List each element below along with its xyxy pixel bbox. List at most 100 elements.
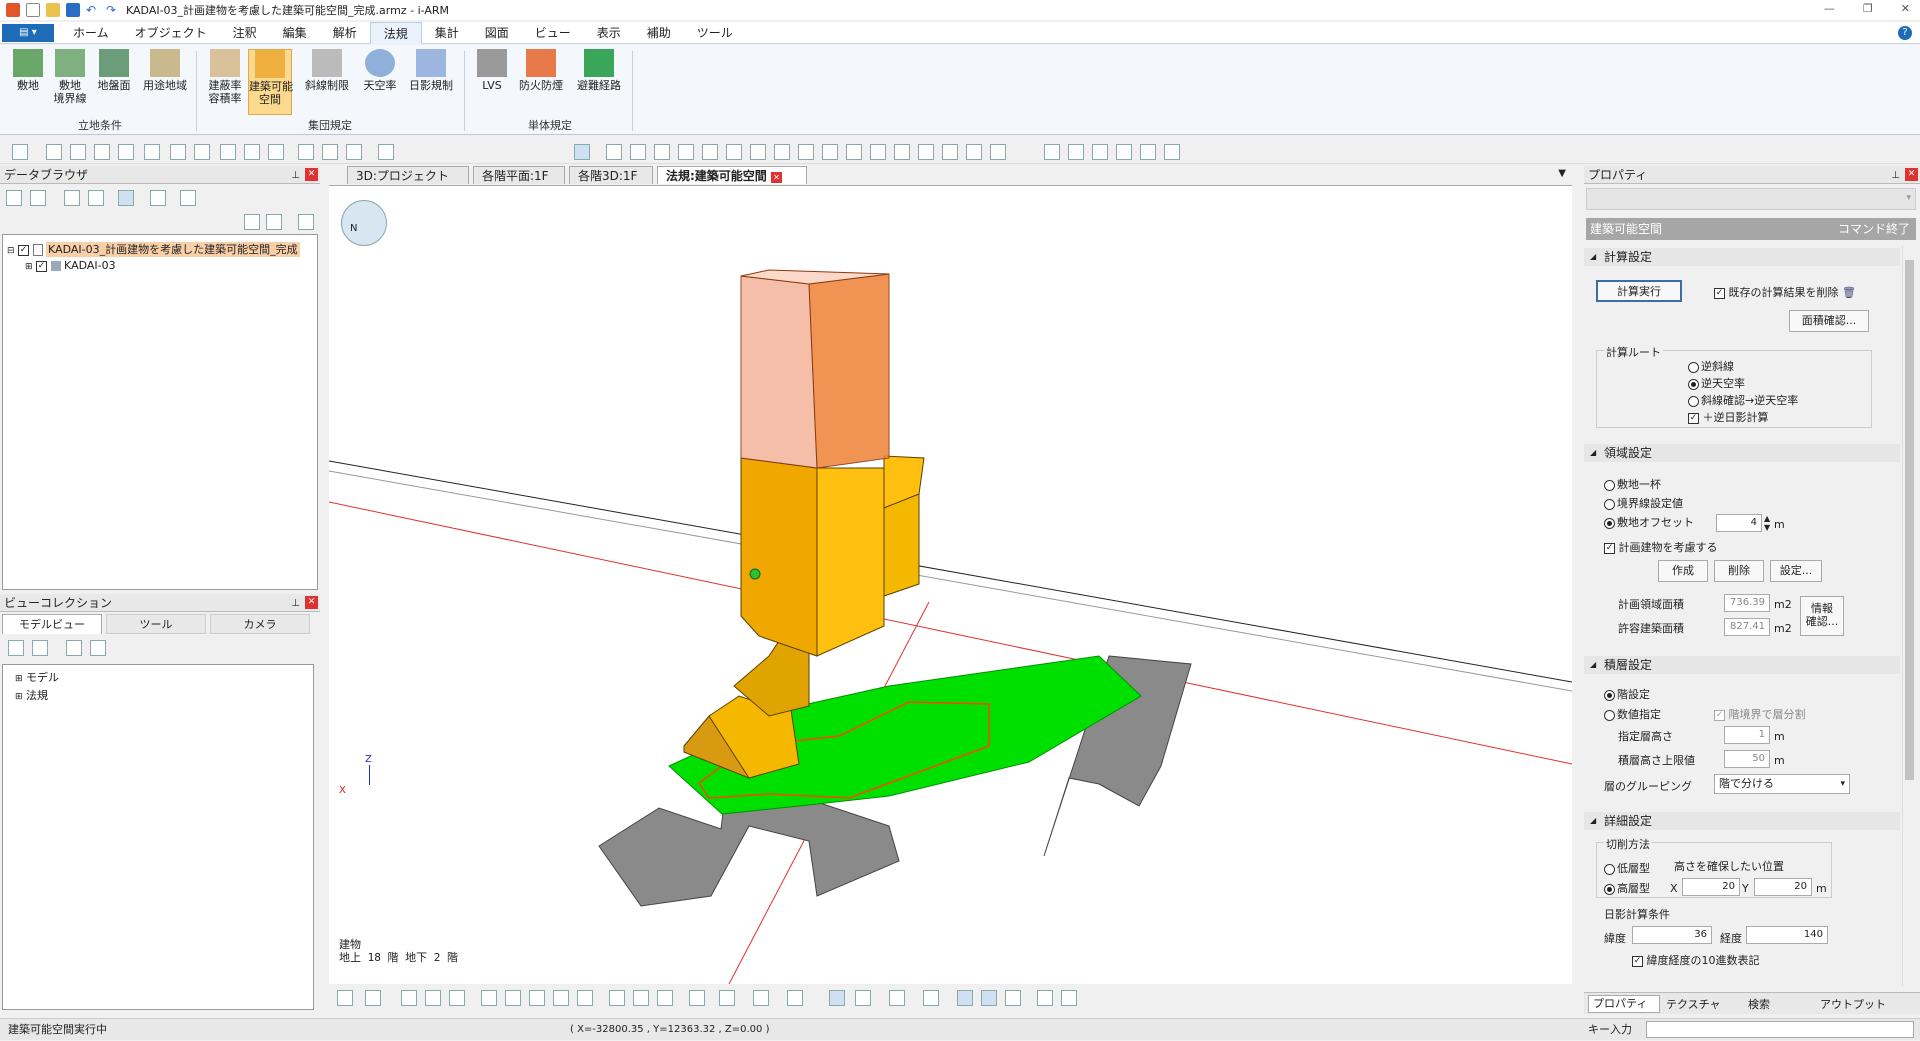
settings-button[interactable]: 設定... <box>1770 560 1822 582</box>
axis-icon[interactable] <box>787 990 803 1006</box>
close-tab-icon[interactable]: ✕ <box>771 172 782 183</box>
ribbon-buildable-space-button[interactable]: 建築可能 空間 <box>248 49 293 115</box>
tab-list-dropdown-icon[interactable]: ▼ <box>1558 168 1566 179</box>
tree-item-model[interactable]: ⊞ モデル <box>15 669 59 685</box>
menu-edit[interactable]: 編集 <box>270 22 320 44</box>
menu-analysis[interactable]: 解析 <box>320 22 370 44</box>
info-check-button[interactable]: 情報 確認... <box>1800 596 1844 636</box>
perpendicular-snap-icon[interactable] <box>170 144 186 160</box>
view-select-icon[interactable] <box>574 144 590 160</box>
expand-icon[interactable]: ⊞ <box>15 692 23 702</box>
ribbon-fire-button[interactable]: 防火防煙 <box>514 49 568 92</box>
trash-icon[interactable]: 🗑 <box>1842 286 1856 299</box>
tool-p-icon[interactable] <box>966 144 982 160</box>
tab-model-view[interactable]: モデルビュー <box>2 614 102 634</box>
dots-grid-icon[interactable] <box>298 144 314 160</box>
menu-annotation[interactable]: 注釈 <box>220 22 270 44</box>
menu-view[interactable]: ビュー <box>522 22 584 44</box>
ribbon-ground-button[interactable]: 地盤面 <box>92 49 136 92</box>
route-option-3[interactable]: 斜線確認→逆天空率 <box>1688 392 1798 408</box>
tool-m-icon[interactable] <box>894 144 910 160</box>
spark-icon[interactable] <box>378 144 394 160</box>
tree-view-icon[interactable] <box>6 190 22 206</box>
radio-icon[interactable] <box>1604 689 1615 701</box>
split-floor-option[interactable]: ✓ 階境界で層分割 <box>1714 706 1806 722</box>
close-panel-icon[interactable]: ✕ <box>305 596 318 609</box>
y-input[interactable]: 20 <box>1754 878 1812 896</box>
walk-icon[interactable] <box>609 990 625 1006</box>
ribbon-slant-button[interactable]: 斜線制限 <box>302 49 352 92</box>
frame-icon[interactable] <box>657 990 673 1006</box>
tool-j-icon[interactable] <box>822 144 838 160</box>
minimize-icon[interactable]: — <box>1824 2 1835 15</box>
area-check-button[interactable]: 面積確認... <box>1789 310 1869 332</box>
inverse-shadow-option[interactable]: ✓ ＋逆日影計算 <box>1688 409 1769 425</box>
find-icon[interactable] <box>298 214 314 230</box>
radio-icon[interactable] <box>1604 863 1615 875</box>
tab-tools[interactable]: ツール <box>106 614 206 634</box>
ribbon-ratio-button[interactable]: 建蔽率 容積率 <box>203 49 247 105</box>
layer-icon[interactable] <box>719 990 735 1006</box>
tool-r-icon[interactable] <box>1044 144 1060 160</box>
radio-icon[interactable] <box>1688 378 1699 390</box>
binoculars-icon[interactable] <box>266 214 282 230</box>
line-snap-icon[interactable] <box>46 144 62 160</box>
collapse-icon[interactable]: ⊟ <box>7 246 15 256</box>
filter-icon[interactable] <box>829 990 845 1006</box>
cross-snap-icon[interactable] <box>118 144 134 160</box>
check-snap-icon[interactable] <box>322 144 338 160</box>
zoom-icon[interactable] <box>529 990 545 1006</box>
run-calc-button[interactable]: 計算実行 <box>1596 280 1682 302</box>
layer-height-input[interactable]: 1 <box>1724 726 1770 744</box>
check-snap-2-icon[interactable] <box>346 144 362 160</box>
print-icon[interactable] <box>1061 990 1077 1006</box>
menu-regulation[interactable]: 法規 <box>369 21 422 44</box>
ribbon-site-button[interactable]: 敷地 <box>6 49 50 92</box>
close-panel-icon[interactable]: ✕ <box>305 168 318 181</box>
key-input-field[interactable] <box>1646 1021 1914 1038</box>
consider-plan-checkbox[interactable]: ✓ <box>1604 542 1615 554</box>
decimal-option[interactable]: ✓ 緯度経度の10進数表記 <box>1632 952 1760 968</box>
view-new-icon[interactable] <box>66 640 82 656</box>
tab-search[interactable]: 検索 <box>1748 997 1770 1013</box>
ribbon-lvs-button[interactable]: LVS <box>470 49 514 92</box>
view-edit-icon[interactable] <box>90 640 106 656</box>
properties-dropdown[interactable]: ▾ <box>1586 188 1916 210</box>
latitude-input[interactable]: 36 <box>1632 926 1712 944</box>
view-copy-icon[interactable] <box>32 640 48 656</box>
tree-item-project[interactable]: ⊟ ✓ KADAI-03_計画建物を考慮した建築可能空間_完成 <box>7 241 300 257</box>
compass-icon[interactable]: N <box>341 200 387 246</box>
menu-home[interactable]: ホーム <box>60 22 122 44</box>
ribbon-zone-button[interactable]: 用途地域 <box>140 49 190 92</box>
numeric-setting-option[interactable]: 数値指定 <box>1604 706 1661 722</box>
render-b-icon[interactable] <box>981 990 997 1006</box>
pin-icon[interactable]: ⊥ <box>291 595 300 613</box>
link-icon[interactable] <box>118 190 134 206</box>
expand-icon[interactable]: ⊞ <box>15 674 23 684</box>
new-file-icon[interactable] <box>26 3 40 17</box>
redo-icon[interactable]: ↷ <box>106 3 120 17</box>
tool-i-icon[interactable] <box>798 144 814 160</box>
section-calc[interactable]: 計算設定 <box>1584 248 1900 266</box>
properties-scrollbar[interactable] <box>1902 246 1916 986</box>
reference-point-icon[interactable] <box>749 568 761 580</box>
menu-drawing[interactable]: 図面 <box>472 22 522 44</box>
layer-limit-input[interactable]: 50 <box>1724 750 1770 768</box>
tab-output[interactable]: アウトプット <box>1820 997 1886 1013</box>
point-snap-icon[interactable] <box>220 144 236 160</box>
route-option-2[interactable]: 逆天空率 <box>1688 375 1745 391</box>
tool-f-icon[interactable] <box>726 144 742 160</box>
tool-c-icon[interactable] <box>654 144 670 160</box>
checkbox-building[interactable]: ✓ <box>36 260 48 272</box>
tool-n-icon[interactable] <box>918 144 934 160</box>
tab-properties[interactable]: プロパティ <box>1588 995 1660 1013</box>
refresh-icon[interactable] <box>481 990 497 1006</box>
tool-e-icon[interactable] <box>702 144 718 160</box>
render-a-icon[interactable] <box>957 990 973 1006</box>
tool-l-icon[interactable] <box>870 144 886 160</box>
grouping-select[interactable]: 階で分ける ▾ <box>1714 774 1850 794</box>
tool-b-icon[interactable] <box>630 144 646 160</box>
hierarchy-icon[interactable] <box>150 190 166 206</box>
menu-tally[interactable]: 集計 <box>422 22 472 44</box>
region-option-full[interactable]: 敷地一杯 <box>1604 476 1661 492</box>
